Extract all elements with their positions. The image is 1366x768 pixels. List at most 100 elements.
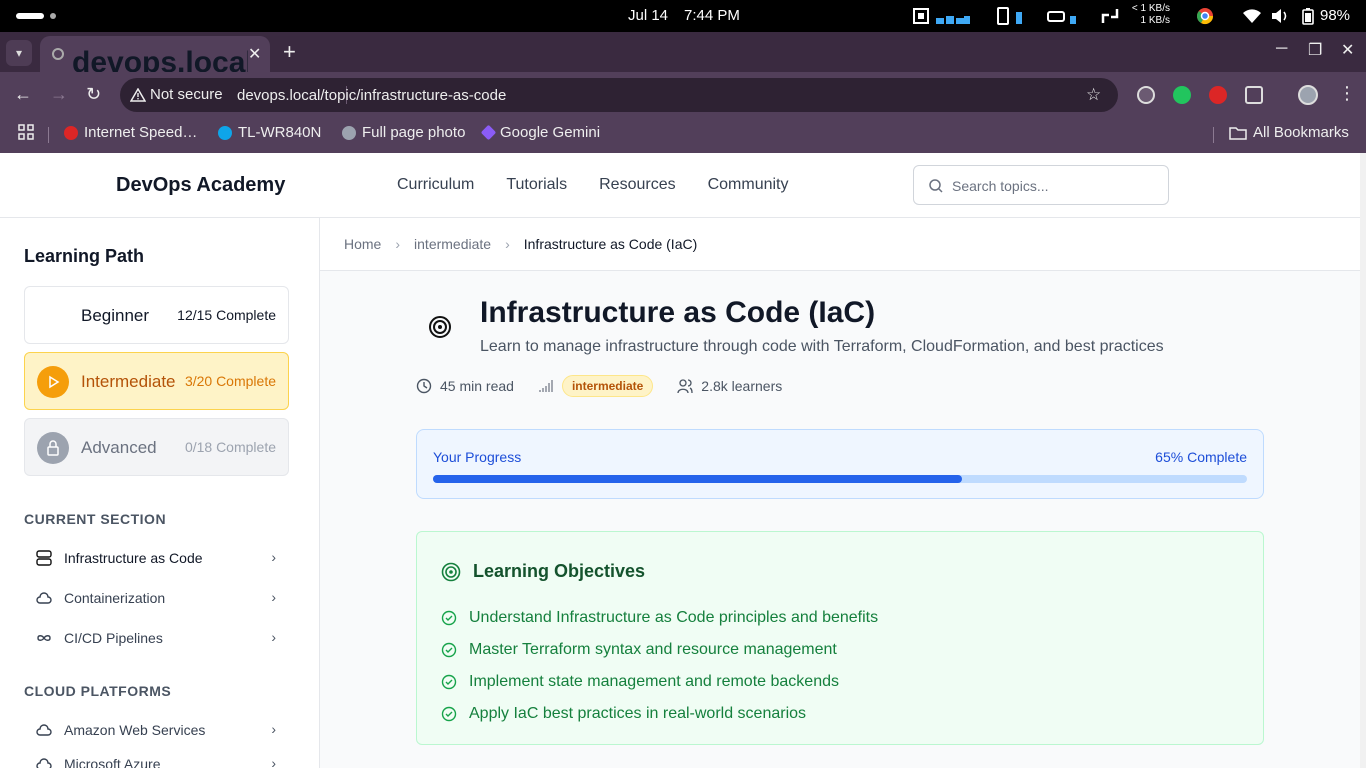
sidebar-item-cicd-pipelines[interactable]: CI/CD Pipelines › [24, 626, 284, 650]
nav-curriculum[interactable]: Curriculum [397, 176, 474, 194]
level-beginner[interactable]: Beginner 12/15 Complete [24, 286, 289, 344]
browser-tab-strip: ▾ devops.local/topic/infrastructure-as-c… [0, 32, 1366, 79]
sidebar-item-infrastructure-as-code[interactable]: Infrastructure as Code › [24, 546, 284, 570]
sidebar-item-label: Microsoft Azure [64, 756, 161, 768]
web-page: DevOps Academy Curriculum Tutorials Reso… [0, 153, 1360, 768]
breadcrumb-current: Infrastructure as Code (IaC) [523, 236, 698, 252]
sidebar-heading: Learning Path [24, 246, 145, 266]
chevron-right-icon: › [505, 236, 510, 252]
globe-icon [52, 48, 64, 60]
profile-avatar[interactable] [1298, 85, 1318, 105]
breadcrumb-level[interactable]: intermediate [414, 236, 491, 252]
minimize-button[interactable]: ─ [1276, 40, 1287, 58]
page-scrollbar[interactable] [1360, 153, 1366, 768]
url-text[interactable]: devops.local/topic/infrastructure-as-cod… [237, 87, 506, 104]
play-icon [37, 366, 69, 398]
volume-icon[interactable] [1270, 6, 1290, 26]
page-subtitle: Learn to manage infrastructure through c… [480, 338, 1164, 355]
all-bookmarks-button[interactable]: All Bookmarks [1229, 124, 1349, 141]
bookmarks-divider-right [1213, 127, 1214, 143]
level-badge: intermediate [561, 375, 654, 397]
bookmark-tl-wr840n[interactable]: TL-WR840N [218, 124, 321, 141]
extension-red-icon[interactable] [1209, 86, 1227, 104]
objectives-header: Learning Objectives [441, 561, 645, 582]
browser-menu-icon[interactable]: ⋮ [1338, 83, 1356, 104]
bookmark-star-icon[interactable]: ☆ [1086, 85, 1101, 105]
level-name: Intermediate [81, 372, 176, 391]
new-tab-button[interactable]: + [283, 39, 296, 65]
os-time[interactable]: 7:44 PM [684, 7, 740, 24]
breadcrumb-home[interactable]: Home [344, 236, 381, 252]
bookmark-internet-speed[interactable]: Internet Speed… [64, 124, 197, 141]
workspace-dot[interactable] [50, 13, 56, 19]
current-section-heading: CURRENT SECTION [24, 511, 167, 527]
workspace-indicator[interactable] [16, 13, 44, 19]
wifi-icon[interactable] [1242, 6, 1262, 26]
browser-tab[interactable]: devops.local/topic/infrastructure-as-cod… [40, 36, 270, 79]
server-icon [36, 550, 52, 566]
level-progress: 12/15 Complete [177, 307, 276, 323]
chevron-right-icon: › [271, 721, 276, 737]
bookmark-google-gemini[interactable]: Google Gemini [480, 124, 600, 141]
clock-icon [416, 378, 432, 394]
sidebar-item-aws[interactable]: Amazon Web Services › [24, 718, 284, 742]
users-icon [677, 379, 693, 394]
close-window-button[interactable]: ✕ [1341, 40, 1354, 60]
tab-search-button[interactable]: ▾ [6, 40, 32, 66]
bookmark-full-page-photo[interactable]: Full page photo [342, 124, 465, 141]
not-secure-indicator[interactable]: Not secure [130, 86, 223, 103]
bookmarks-bar: Internet Speed… TL-WR840N Full page phot… [0, 118, 1366, 153]
signal-bars-icon [539, 380, 553, 392]
extension-green-icon[interactable] [1173, 86, 1191, 104]
objectives-list: Understand Infrastructure as Code princi… [441, 602, 878, 730]
nav-tutorials[interactable]: Tutorials [506, 176, 567, 194]
search-icon [929, 179, 943, 193]
sidebar-item-azure[interactable]: Microsoft Azure › [24, 752, 284, 768]
close-tab-icon[interactable]: ✕ [248, 44, 261, 64]
battery-icon[interactable] [1301, 6, 1315, 26]
cloud-icon [36, 758, 52, 768]
apps-grid-icon[interactable] [18, 124, 34, 140]
target-icon [429, 316, 451, 338]
level-progress: 0/18 Complete [184, 439, 276, 455]
extension-globe-icon[interactable] [1137, 86, 1155, 104]
learning-objectives-card: Learning Objectives Understand Infrastru… [416, 531, 1264, 745]
progress-value: 65% Complete [1155, 449, 1247, 465]
nav-community[interactable]: Community [708, 176, 789, 194]
level-advanced[interactable]: Advanced 0/18 Complete [24, 418, 289, 476]
progress-card: Your Progress 65% Complete [416, 429, 1264, 499]
gemini-icon [480, 124, 497, 141]
sidebar-item-containerization[interactable]: Containerization › [24, 586, 284, 610]
os-status-bar: Jul 14 7:44 PM < 1 KB/s 1 KB/s 98% [0, 0, 1366, 32]
difficulty: intermediate [538, 375, 654, 397]
sidebar-item-label: CI/CD Pipelines [64, 630, 163, 646]
main-nav: Curriculum Tutorials Resources Community [397, 176, 789, 194]
extensions-puzzle-icon[interactable] [1245, 86, 1263, 104]
progress-fill [433, 475, 963, 483]
progress-track [433, 475, 1247, 483]
maximize-button[interactable]: ❐ [1308, 40, 1322, 60]
cpu-icon [912, 6, 972, 26]
forward-button[interactable]: → [50, 84, 68, 105]
globe-icon [342, 125, 356, 140]
chevron-right-icon: › [271, 755, 276, 768]
search-input[interactable] [952, 174, 1152, 198]
os-date[interactable]: Jul 14 [628, 7, 668, 24]
cloud-platforms-heading: CLOUD PLATFORMS [24, 683, 172, 699]
learners-count: 2.8k learners [677, 378, 782, 394]
chevron-right-icon: › [271, 629, 276, 645]
infinity-icon [37, 635, 51, 641]
site-logo[interactable]: DevOps Academy [116, 174, 285, 197]
search-box[interactable] [913, 165, 1169, 205]
chrome-icon[interactable] [1196, 6, 1214, 26]
breadcrumb-bar: Home › intermediate › Infrastructure as … [320, 218, 1360, 271]
sidebar: Learning Path Beginner 12/15 Complete In… [0, 218, 320, 768]
network-activity-icon [1100, 6, 1120, 26]
reload-button[interactable]: ↻ [86, 84, 101, 105]
level-intermediate[interactable]: Intermediate 3/20 Complete [24, 352, 289, 410]
level-name: Beginner [81, 306, 150, 325]
address-bar[interactable]: Not secure devops.local/topic/infrastruc… [120, 78, 1118, 112]
sidebar-item-label: Containerization [64, 590, 166, 606]
nav-resources[interactable]: Resources [599, 176, 675, 194]
back-button[interactable]: ← [14, 84, 32, 105]
